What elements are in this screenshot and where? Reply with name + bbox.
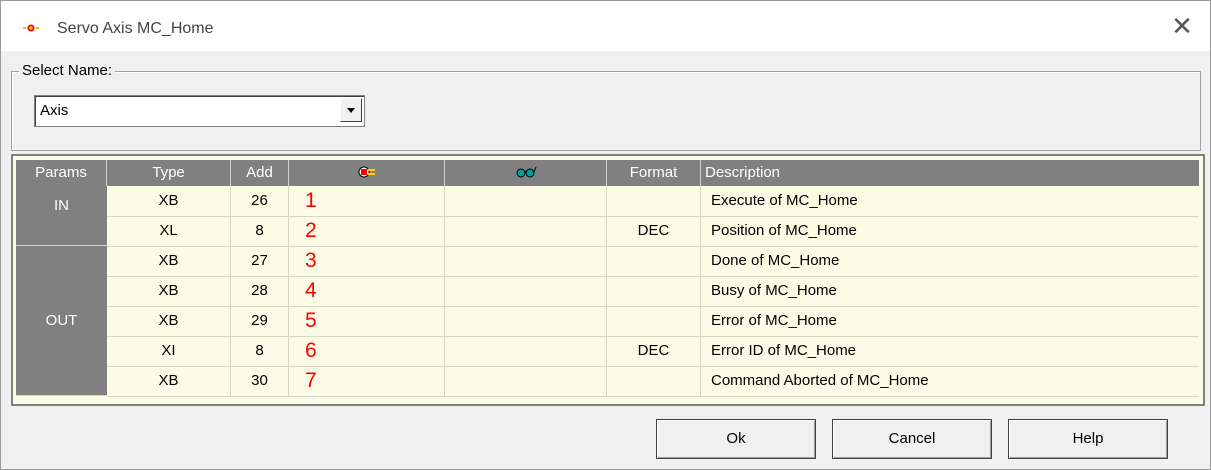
table-row[interactable]: XB 30 7 Command Aborted of MC_Home — [107, 366, 1199, 397]
glasses-icon — [516, 166, 536, 178]
table-row[interactable]: XB 27 3 Done of MC_Home — [107, 246, 1199, 277]
cell-value[interactable]: 3 — [289, 246, 445, 276]
cell-add: 8 — [231, 336, 289, 366]
title-bar: Servo Axis MC_Home ✕ — [1, 1, 1210, 51]
app-eye-icon — [23, 24, 39, 32]
cell-description: Position of MC_Home — [711, 222, 857, 239]
cell-format — [607, 276, 701, 306]
cell-format: DEC — [607, 216, 701, 246]
group-out-label: OUT — [16, 246, 107, 396]
select-name-legend: Select Name: — [19, 62, 116, 79]
cell-type: XB — [107, 186, 231, 216]
cell-value[interactable]: 1 — [289, 186, 445, 216]
group-in-label: IN — [16, 186, 107, 246]
cell-type: XB — [107, 246, 231, 276]
cell-description: Error of MC_Home — [711, 312, 837, 329]
dialog-window: Servo Axis MC_Home ✕ Select Name: Axis P… — [0, 0, 1211, 470]
table-row[interactable]: XB 26 1 Execute of MC_Home — [107, 186, 1199, 217]
cell-format — [607, 186, 701, 216]
cell-watch — [445, 186, 607, 216]
table-row[interactable]: XB 28 4 Busy of MC_Home — [107, 276, 1199, 307]
cell-add: 30 — [231, 366, 289, 396]
cell-type: XL — [107, 216, 231, 246]
header-add[interactable]: Add — [231, 160, 289, 186]
cell-format — [607, 366, 701, 396]
cell-watch — [445, 336, 607, 366]
cell-value[interactable]: 7 — [289, 366, 445, 396]
table-row[interactable]: XB 29 5 Error of MC_Home — [107, 306, 1199, 337]
cell-format — [607, 246, 701, 276]
cell-add: 27 — [231, 246, 289, 276]
cell-type: XB — [107, 366, 231, 396]
cell-value[interactable]: 2 — [289, 216, 445, 246]
cell-watch — [445, 306, 607, 336]
table-row[interactable]: XL 8 2 DEC Position of MC_Home — [107, 216, 1199, 247]
table-row[interactable]: XI 8 6 DEC Error ID of MC_Home — [107, 336, 1199, 367]
cell-description: Command Aborted of MC_Home — [711, 372, 929, 389]
header-watch[interactable] — [445, 160, 607, 186]
dropdown-arrow-icon[interactable] — [340, 98, 362, 122]
help-button[interactable]: Help — [1008, 419, 1168, 459]
cell-format: DEC — [607, 336, 701, 366]
cell-type: XB — [107, 276, 231, 306]
cell-add: 26 — [231, 186, 289, 216]
cell-description: Error ID of MC_Home — [711, 342, 857, 359]
cell-description: Done of MC_Home — [711, 252, 840, 269]
ok-button[interactable]: Ok — [656, 419, 816, 459]
combobox-value: Axis — [40, 102, 69, 119]
cell-add: 8 — [231, 216, 289, 246]
header-description[interactable]: Description — [701, 160, 1199, 186]
close-icon[interactable]: ✕ — [1168, 13, 1196, 41]
parameter-grid: Params Type Add Format Description IN OU… — [11, 154, 1205, 406]
cell-add: 29 — [231, 306, 289, 336]
cell-watch — [445, 276, 607, 306]
cell-watch — [445, 246, 607, 276]
cancel-button[interactable]: Cancel — [832, 419, 992, 459]
plug-icon — [358, 166, 375, 178]
header-type[interactable]: Type — [107, 160, 231, 186]
window-title: Servo Axis MC_Home — [57, 20, 214, 37]
header-value[interactable] — [289, 160, 445, 186]
cell-description: Execute of MC_Home — [711, 192, 858, 209]
cell-value[interactable]: 5 — [289, 306, 445, 336]
header-params[interactable]: Params — [16, 160, 107, 186]
cell-type: XI — [107, 336, 231, 366]
cell-format — [607, 306, 701, 336]
cell-watch — [445, 366, 607, 396]
cell-value[interactable]: 6 — [289, 336, 445, 366]
cell-watch — [445, 216, 607, 246]
cell-type: XB — [107, 306, 231, 336]
cell-value[interactable]: 4 — [289, 276, 445, 306]
header-format[interactable]: Format — [607, 160, 701, 186]
cell-add: 28 — [231, 276, 289, 306]
cell-description: Busy of MC_Home — [711, 282, 837, 299]
select-name-combobox[interactable]: Axis — [34, 95, 365, 127]
